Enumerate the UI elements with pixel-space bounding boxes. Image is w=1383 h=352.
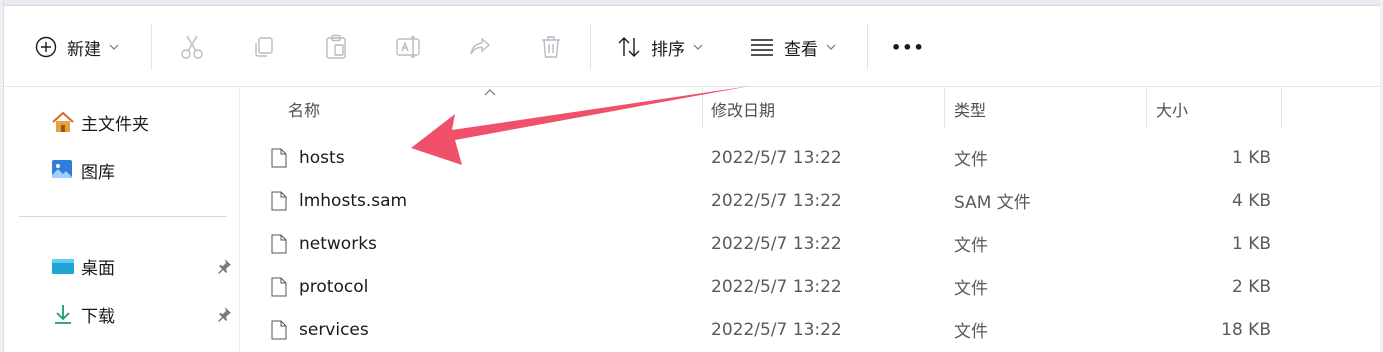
column-header-date[interactable]: 修改日期 bbox=[711, 88, 941, 130]
column-header-type[interactable]: 类型 bbox=[954, 88, 1144, 130]
view-button[interactable]: 查看 bbox=[750, 27, 836, 67]
file-icon bbox=[271, 320, 287, 339]
file-size: 4 KB bbox=[1231, 190, 1271, 211]
column-header-name[interactable]: 名称 bbox=[288, 88, 698, 130]
file-type: 文件 bbox=[954, 236, 988, 256]
toolbar-divider bbox=[151, 24, 152, 70]
file-date: 2022/5/7 13:22 bbox=[711, 276, 842, 297]
copy-button[interactable] bbox=[252, 27, 276, 67]
navigation-pane: 主文件夹 图库 桌面 下载 bbox=[5, 88, 240, 352]
sort-arrows-icon bbox=[618, 37, 640, 57]
view-button-label: 查看 bbox=[784, 39, 818, 60]
file-size: 2 KB bbox=[1231, 276, 1271, 297]
plus-circle-icon bbox=[35, 36, 57, 58]
file-type: 文件 bbox=[954, 279, 988, 299]
column-header-label: 类型 bbox=[954, 101, 987, 120]
window-top-edge bbox=[0, 0, 1383, 6]
pin-icon[interactable] bbox=[216, 258, 232, 274]
copy-icon bbox=[255, 37, 273, 57]
nav-item-desktop[interactable]: 桌面 bbox=[51, 253, 115, 279]
delete-button[interactable] bbox=[540, 27, 562, 67]
file-date: 2022/5/7 13:22 bbox=[711, 319, 842, 340]
sort-button-label: 排序 bbox=[651, 39, 685, 60]
chevron-down-icon bbox=[693, 44, 703, 50]
file-type: 文件 bbox=[954, 322, 988, 342]
column-resize-handle[interactable] bbox=[1146, 88, 1147, 128]
home-icon bbox=[52, 111, 74, 132]
column-resize-handle[interactable] bbox=[944, 88, 945, 128]
file-name-cell: services bbox=[271, 308, 369, 351]
nav-item-home[interactable]: 主文件夹 bbox=[51, 109, 149, 135]
file-icon bbox=[271, 277, 287, 296]
file-icon bbox=[271, 234, 287, 253]
chevron-down-icon bbox=[109, 44, 119, 50]
column-resize-handle[interactable] bbox=[702, 88, 703, 128]
file-name: networks bbox=[299, 233, 377, 254]
table-row[interactable]: services 2022/5/7 13:22 文件 18 KB bbox=[241, 308, 1281, 351]
table-row[interactable]: hosts 2022/5/7 13:22 文件 1 KB bbox=[241, 136, 1281, 179]
file-size: 18 KB bbox=[1221, 319, 1271, 340]
nav-item-label: 主文件夹 bbox=[81, 114, 149, 135]
file-icon bbox=[271, 148, 287, 167]
file-name: lmhosts.sam bbox=[299, 190, 408, 211]
file-size: 1 KB bbox=[1231, 233, 1271, 254]
nav-item-label: 下载 bbox=[81, 306, 115, 327]
pin-icon[interactable] bbox=[216, 306, 232, 322]
file-date: 2022/5/7 13:22 bbox=[711, 190, 842, 211]
nav-divider bbox=[19, 216, 227, 217]
column-header-label: 名称 bbox=[288, 101, 321, 120]
scissors-icon bbox=[181, 35, 203, 59]
cut-button[interactable] bbox=[180, 27, 204, 67]
chevron-down-icon bbox=[826, 44, 836, 50]
column-header-size[interactable]: 大小 bbox=[1156, 88, 1276, 130]
column-header-label: 大小 bbox=[1156, 101, 1189, 120]
file-name-cell: networks bbox=[271, 222, 377, 265]
file-icon bbox=[271, 191, 287, 210]
file-date: 2022/5/7 13:22 bbox=[711, 233, 842, 254]
nav-item-gallery[interactable]: 图库 bbox=[51, 157, 115, 183]
column-resize-handle[interactable] bbox=[1281, 88, 1282, 128]
paste-button[interactable] bbox=[324, 27, 348, 67]
more-options-button[interactable]: ••• bbox=[891, 27, 925, 67]
rename-icon bbox=[396, 36, 420, 58]
share-icon bbox=[470, 37, 491, 55]
rename-button[interactable] bbox=[395, 27, 421, 67]
column-header-label: 修改日期 bbox=[711, 101, 776, 120]
clipboard-icon bbox=[326, 34, 346, 59]
command-bar: 新建 排序 查看 ••• bbox=[5, 7, 1380, 87]
nav-item-label: 图库 bbox=[81, 162, 115, 183]
file-size: 1 KB bbox=[1231, 147, 1271, 168]
toolbar-divider bbox=[590, 24, 591, 70]
file-list: 名称 修改日期 类型 大小 hosts 2022/5/7 13:22 文件 1 … bbox=[241, 88, 1381, 352]
sort-button[interactable]: 排序 bbox=[617, 27, 703, 67]
trash-icon bbox=[542, 36, 560, 58]
table-row[interactable]: protocol 2022/5/7 13:22 文件 2 KB bbox=[241, 265, 1281, 308]
nav-item-download[interactable]: 下载 bbox=[51, 301, 115, 327]
new-button-label: 新建 bbox=[67, 39, 101, 60]
file-type: 文件 bbox=[954, 150, 988, 170]
share-button[interactable] bbox=[468, 27, 492, 67]
table-row[interactable]: networks 2022/5/7 13:22 文件 1 KB bbox=[241, 222, 1281, 265]
file-name-cell: protocol bbox=[271, 265, 368, 308]
nav-item-label: 桌面 bbox=[81, 258, 115, 279]
file-name: hosts bbox=[299, 147, 345, 168]
more-icon: ••• bbox=[891, 37, 925, 57]
new-button[interactable]: 新建 bbox=[35, 27, 119, 67]
gallery-icon bbox=[52, 160, 72, 178]
list-view-icon bbox=[751, 39, 773, 56]
file-type: SAM 文件 bbox=[954, 193, 1031, 213]
toolbar-divider bbox=[867, 24, 868, 70]
file-name-cell: hosts bbox=[271, 136, 345, 179]
file-name: protocol bbox=[299, 276, 369, 297]
table-row[interactable]: lmhosts.sam 2022/5/7 13:22 SAM 文件 4 KB bbox=[241, 179, 1281, 222]
window-left-edge bbox=[0, 0, 4, 352]
file-name: services bbox=[299, 319, 369, 340]
file-date: 2022/5/7 13:22 bbox=[711, 147, 842, 168]
file-name-cell: lmhosts.sam bbox=[271, 179, 407, 222]
download-icon bbox=[55, 305, 71, 324]
desktop-icon bbox=[52, 259, 74, 274]
